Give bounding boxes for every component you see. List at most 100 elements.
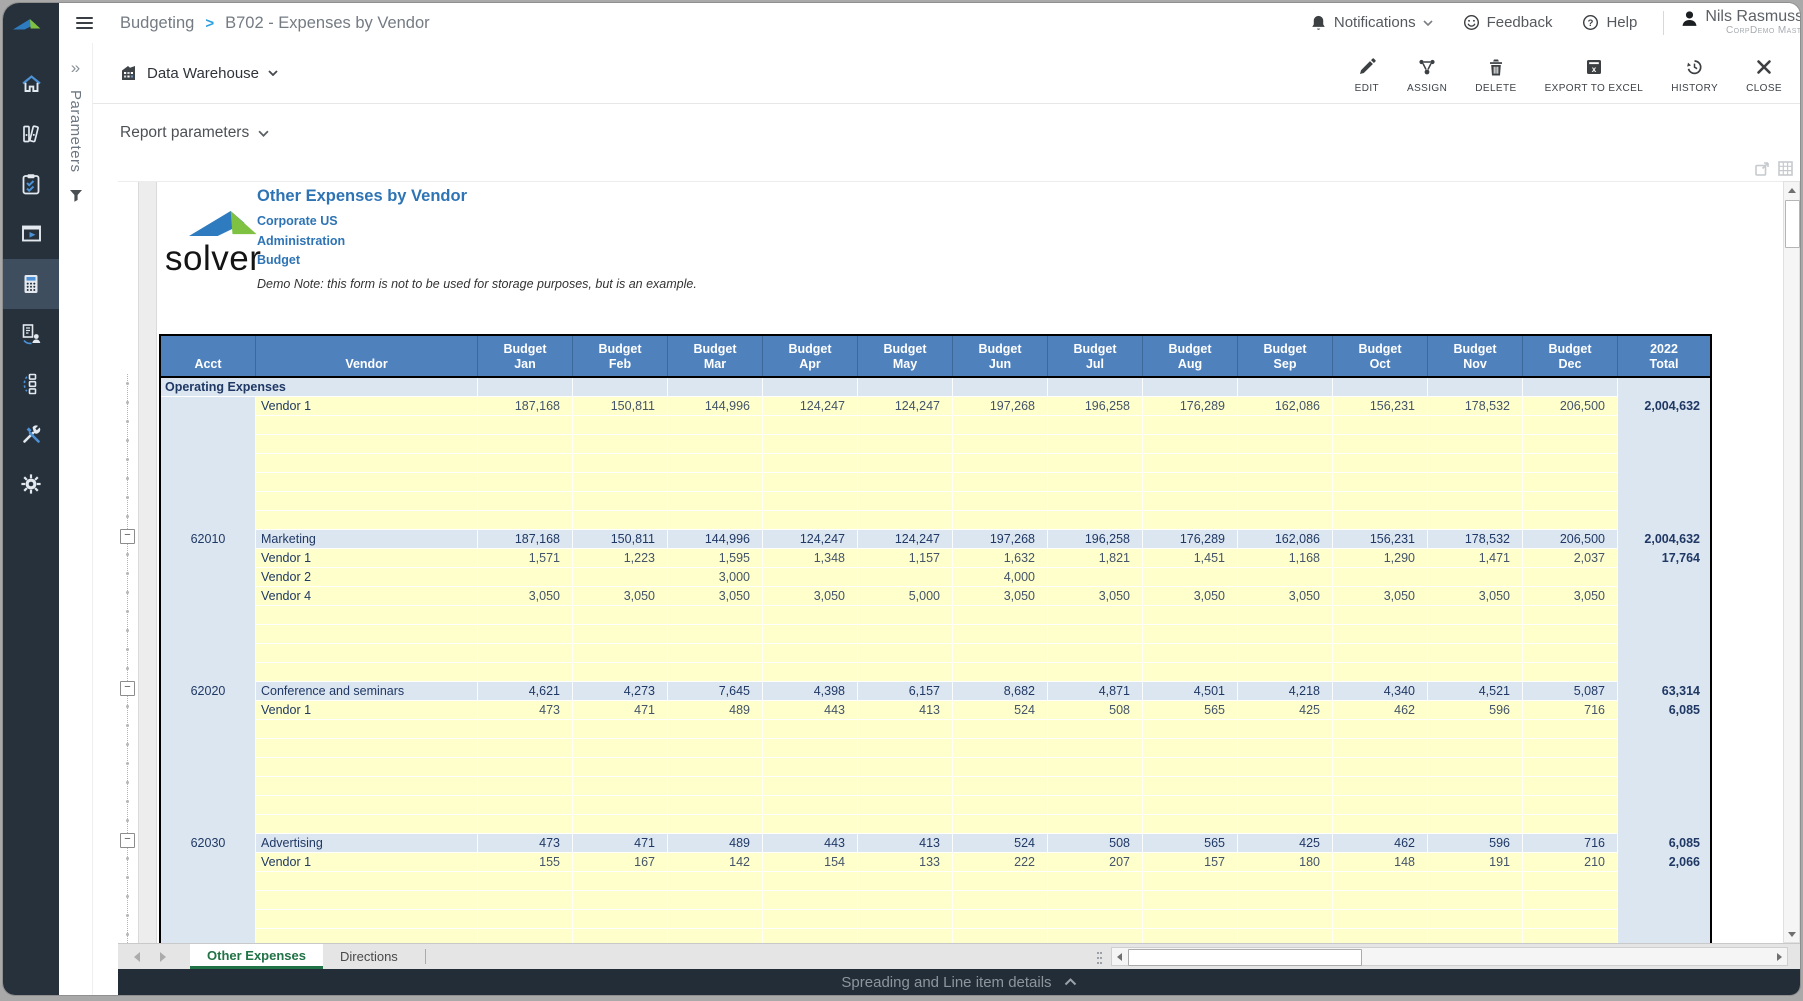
parameters-panel-collapsed[interactable]: » Parameters xyxy=(59,43,93,995)
vendor-cell[interactable]: Vendor 1 xyxy=(256,701,478,720)
value-cell[interactable] xyxy=(953,511,1048,530)
user-menu[interactable]: Nils Rasmusse CorpDemo Master xyxy=(1680,9,1800,36)
value-cell[interactable] xyxy=(1333,435,1428,454)
value-cell[interactable] xyxy=(1428,777,1523,796)
value-cell[interactable] xyxy=(1143,644,1238,663)
value-cell[interactable]: 524 xyxy=(953,701,1048,720)
value-cell[interactable] xyxy=(1143,492,1238,511)
value-cell[interactable] xyxy=(668,454,763,473)
vendor-cell[interactable] xyxy=(256,492,478,511)
value-cell[interactable] xyxy=(1238,454,1333,473)
value-cell[interactable] xyxy=(1333,720,1428,739)
vendor-cell[interactable] xyxy=(256,739,478,758)
value-cell[interactable] xyxy=(1333,454,1428,473)
value-cell[interactable]: 187,168 xyxy=(478,397,573,416)
value-cell[interactable] xyxy=(1333,815,1428,834)
value-cell[interactable] xyxy=(668,739,763,758)
value-cell[interactable] xyxy=(1048,511,1143,530)
value-cell[interactable] xyxy=(1428,473,1523,492)
value-cell[interactable] xyxy=(1143,891,1238,910)
value-cell[interactable]: 3,050 xyxy=(1048,587,1143,606)
value-cell[interactable]: 1,223 xyxy=(573,549,668,568)
value-cell[interactable] xyxy=(1238,929,1333,943)
value-cell[interactable]: 150,811 xyxy=(573,397,668,416)
value-cell[interactable] xyxy=(858,777,953,796)
value-cell[interactable] xyxy=(1048,435,1143,454)
value-cell[interactable] xyxy=(478,625,573,644)
value-cell[interactable]: 148 xyxy=(1333,853,1428,872)
value-cell[interactable] xyxy=(1428,910,1523,929)
vendor-cell[interactable] xyxy=(256,625,478,644)
sidebar-item-archive[interactable] xyxy=(3,109,59,159)
value-cell[interactable] xyxy=(668,644,763,663)
value-cell[interactable] xyxy=(1048,796,1143,815)
vendor-cell[interactable] xyxy=(256,910,478,929)
value-cell[interactable] xyxy=(1238,644,1333,663)
value-cell[interactable]: 1,632 xyxy=(953,549,1048,568)
value-cell[interactable] xyxy=(1428,511,1523,530)
value-cell[interactable] xyxy=(953,435,1048,454)
value-cell[interactable] xyxy=(953,796,1048,815)
value-cell[interactable] xyxy=(763,739,858,758)
value-cell[interactable] xyxy=(478,929,573,943)
value-cell[interactable] xyxy=(1333,796,1428,815)
value-cell[interactable] xyxy=(1428,758,1523,777)
value-cell[interactable] xyxy=(858,910,953,929)
value-cell[interactable]: 425 xyxy=(1238,701,1333,720)
value-cell[interactable]: 176,289 xyxy=(1143,397,1238,416)
value-cell[interactable] xyxy=(573,758,668,777)
value-cell[interactable] xyxy=(1333,568,1428,587)
vendor-cell[interactable] xyxy=(256,663,478,682)
value-cell[interactable] xyxy=(573,815,668,834)
value-cell[interactable] xyxy=(858,872,953,891)
vendor-cell[interactable] xyxy=(256,473,478,492)
value-cell[interactable] xyxy=(478,568,573,587)
value-cell[interactable] xyxy=(1428,416,1523,435)
value-cell[interactable] xyxy=(1523,473,1618,492)
value-cell[interactable] xyxy=(763,492,858,511)
vendor-cell[interactable]: Vendor 1 xyxy=(256,853,478,872)
value-cell[interactable] xyxy=(1523,720,1618,739)
value-cell[interactable] xyxy=(858,891,953,910)
value-cell[interactable] xyxy=(953,929,1048,943)
value-cell[interactable] xyxy=(763,720,858,739)
value-cell[interactable]: 133 xyxy=(858,853,953,872)
value-cell[interactable] xyxy=(1048,454,1143,473)
value-cell[interactable] xyxy=(1048,663,1143,682)
value-cell[interactable]: 462 xyxy=(1333,701,1428,720)
value-cell[interactable] xyxy=(763,473,858,492)
value-cell[interactable] xyxy=(1428,454,1523,473)
value-cell[interactable] xyxy=(668,720,763,739)
value-cell[interactable] xyxy=(478,454,573,473)
value-cell[interactable] xyxy=(573,435,668,454)
value-cell[interactable]: 178,532 xyxy=(1428,397,1523,416)
value-cell[interactable] xyxy=(1428,739,1523,758)
value-cell[interactable] xyxy=(573,568,668,587)
value-cell[interactable] xyxy=(1048,739,1143,758)
value-cell[interactable] xyxy=(1523,568,1618,587)
vendor-cell[interactable] xyxy=(256,511,478,530)
value-cell[interactable] xyxy=(573,796,668,815)
value-cell[interactable] xyxy=(1523,910,1618,929)
value-cell[interactable] xyxy=(1048,758,1143,777)
report-parameters-toggle[interactable]: Report parameters xyxy=(92,104,1800,162)
value-cell[interactable]: 565 xyxy=(1143,701,1238,720)
value-cell[interactable] xyxy=(1523,416,1618,435)
sidebar-item-budgeting[interactable] xyxy=(3,259,59,309)
sidebar-item-settings[interactable] xyxy=(3,459,59,509)
value-cell[interactable] xyxy=(953,416,1048,435)
value-cell[interactable]: 3,050 xyxy=(1428,587,1523,606)
value-cell[interactable] xyxy=(478,492,573,511)
value-cell[interactable]: 157 xyxy=(1143,853,1238,872)
value-cell[interactable]: 210 xyxy=(1523,853,1618,872)
popout-icon[interactable] xyxy=(1754,160,1771,177)
value-cell[interactable] xyxy=(668,511,763,530)
value-cell[interactable] xyxy=(763,644,858,663)
vertical-scrollbar[interactable] xyxy=(1783,181,1800,943)
value-cell[interactable] xyxy=(573,929,668,943)
value-cell[interactable]: 3,050 xyxy=(1143,587,1238,606)
value-cell[interactable] xyxy=(478,606,573,625)
value-cell[interactable] xyxy=(573,454,668,473)
vendor-cell[interactable] xyxy=(256,872,478,891)
spreading-panel-toggle[interactable]: Spreading and Line item details xyxy=(118,969,1800,995)
